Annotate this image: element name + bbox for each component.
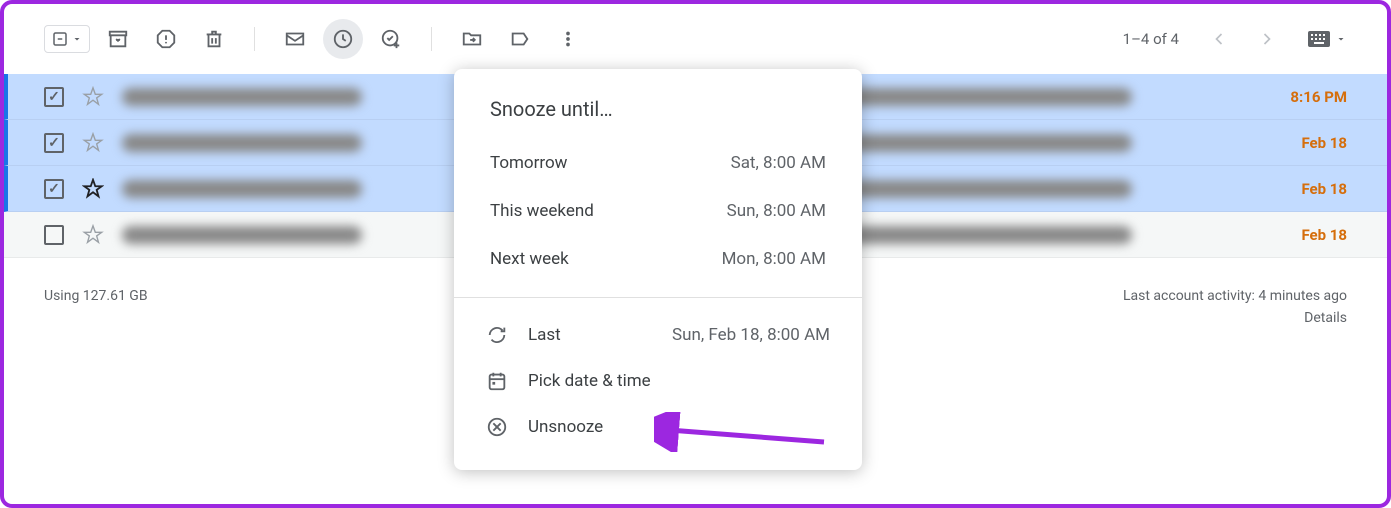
snooze-unsnooze-label: Unsnooze [528,417,603,437]
snooze-option-label: Tomorrow [490,153,567,173]
snooze-option-tomorrow[interactable]: Tomorrow Sat, 8:00 AM [454,139,862,187]
snooze-option-label: This weekend [490,201,594,221]
move-to-button[interactable] [452,19,492,59]
sender-blurred [122,134,362,152]
archive-button[interactable] [98,19,138,59]
snooze-option-weekend[interactable]: This weekend Sun, 8:00 AM [454,187,862,235]
snooze-menu-title: Snooze until… [454,89,862,139]
details-link[interactable]: Details [1123,310,1347,326]
add-to-tasks-button[interactable] [371,19,411,59]
star-outline-icon [82,132,104,154]
star-button[interactable] [82,86,104,108]
clock-icon [332,28,354,50]
snooze-pick-date-option[interactable]: Pick date & time [454,358,862,404]
snooze-last-label: Last [528,325,561,345]
label-icon [509,28,531,50]
email-date: Feb 18 [1267,134,1347,152]
email-checkbox[interactable] [44,179,64,199]
star-button[interactable] [82,224,104,246]
star-outline-icon [82,224,104,246]
snooze-option-nextweek[interactable]: Next week Mon, 8:00 AM [454,235,862,283]
chevron-left-icon [1209,29,1229,49]
snooze-last-option[interactable]: Last Sun, Feb 18, 8:00 AM [454,312,862,358]
keyboard-icon [1307,30,1331,48]
input-tools-button[interactable] [1307,30,1347,48]
more-vertical-icon [557,28,579,50]
spam-icon [155,28,177,50]
more-button[interactable] [548,19,588,59]
labels-button[interactable] [500,19,540,59]
star-outline-icon [82,86,104,108]
email-date: Feb 18 [1267,180,1347,198]
star-filled-icon [82,178,104,200]
email-date: 8:16 PM [1267,88,1347,106]
toolbar: 1–4 of 4 [4,4,1387,74]
cancel-circle-icon [486,416,508,438]
archive-icon [107,28,129,50]
select-all-dropdown[interactable] [44,25,90,53]
chevron-right-icon [1257,29,1277,49]
snooze-option-time: Mon, 8:00 AM [722,249,826,269]
trash-icon [203,28,225,50]
sender-blurred [122,226,362,244]
snooze-option-time: Sun, 8:00 AM [727,201,826,221]
star-button[interactable] [82,178,104,200]
mail-icon [284,28,306,50]
pagination-text: 1–4 of 4 [1123,30,1179,48]
toolbar-divider [431,27,432,51]
prev-page-button[interactable] [1199,19,1239,59]
snooze-pick-label: Pick date & time [528,371,651,391]
mark-unread-button[interactable] [275,19,315,59]
activity-text: Last account activity: 4 minutes ago [1123,288,1347,304]
calendar-icon [486,370,508,392]
menu-divider [454,297,862,298]
folder-move-icon [461,28,483,50]
email-checkbox[interactable] [44,133,64,153]
snooze-option-time: Sat, 8:00 AM [731,153,826,173]
delete-button[interactable] [194,19,234,59]
snooze-button[interactable] [323,19,363,59]
next-page-button[interactable] [1247,19,1287,59]
checkbox-outline-icon [51,30,69,48]
snooze-menu: Snooze until… Tomorrow Sat, 8:00 AM This… [454,69,862,470]
storage-text: Using 127.61 GB [44,288,148,326]
chevron-down-icon [1335,33,1347,45]
toolbar-divider [254,27,255,51]
snooze-unsnooze-option[interactable]: Unsnooze [454,404,862,450]
chevron-down-icon [71,33,83,45]
refresh-icon [486,324,508,346]
star-button[interactable] [82,132,104,154]
sender-blurred [122,180,362,198]
email-checkbox[interactable] [44,225,64,245]
email-date: Feb 18 [1267,226,1347,244]
sender-blurred [122,88,362,106]
snooze-option-label: Next week [490,249,569,269]
report-spam-button[interactable] [146,19,186,59]
snooze-last-time: Sun, Feb 18, 8:00 AM [672,325,830,345]
email-checkbox[interactable] [44,87,64,107]
task-add-icon [380,28,402,50]
